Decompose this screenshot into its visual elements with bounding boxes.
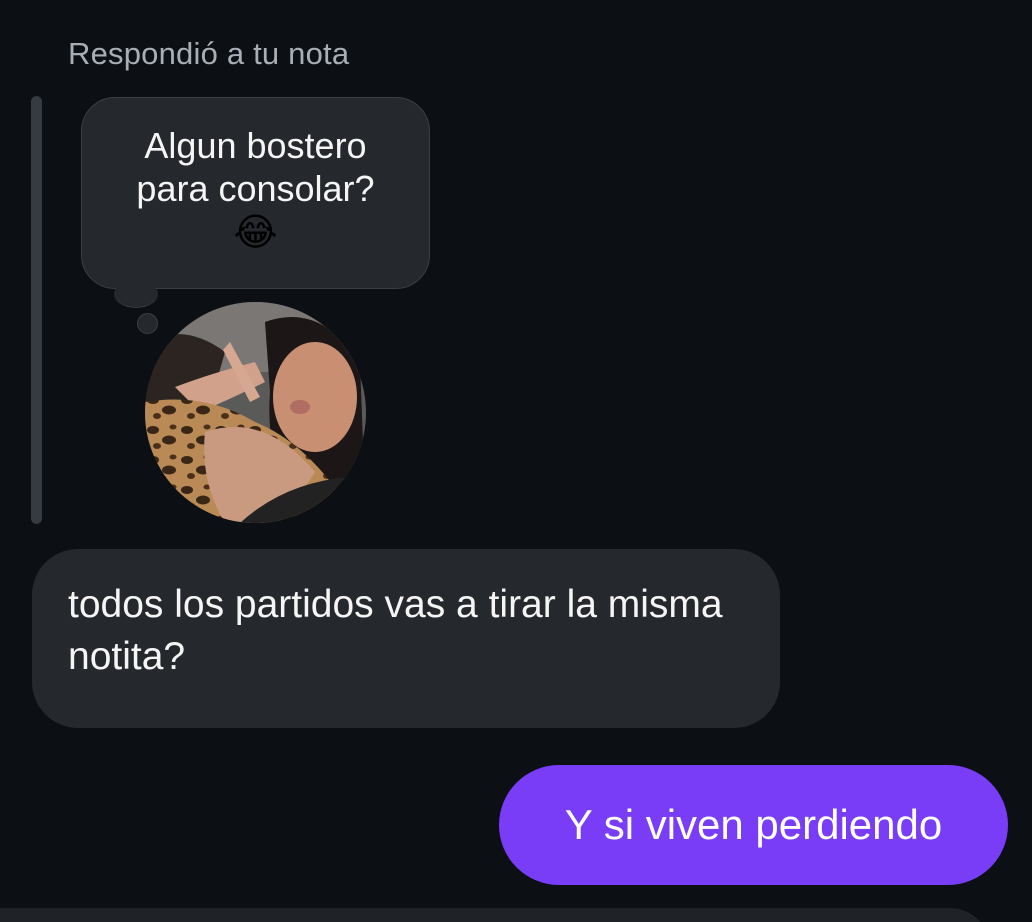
note-thought-tail-small — [137, 313, 158, 334]
note-author-avatar[interactable] — [145, 302, 366, 523]
outgoing-message-text: Y si viven perdiendo — [564, 801, 943, 848]
incoming-message-text: todos los partidos vas a tirar la misma … — [68, 583, 723, 678]
note-thought-tail-large — [114, 280, 158, 308]
reply-context-label: Respondió a tu nota — [68, 36, 350, 71]
chat-screen: Respondió a tu nota Algun bostero para c… — [0, 0, 1032, 922]
message-composer[interactable] — [0, 908, 990, 922]
note-text: Algun bostero para consolar? — [136, 125, 375, 209]
note-bubble[interactable]: Algun bostero para consolar? 😂 — [81, 97, 430, 289]
laughing-tears-emoji-icon: 😂 — [233, 212, 278, 254]
avatar-photo-icon — [145, 302, 366, 523]
quote-indicator-bar — [31, 96, 42, 524]
outgoing-message-bubble[interactable]: Y si viven perdiendo — [499, 765, 1008, 885]
incoming-message-bubble[interactable]: todos los partidos vas a tirar la misma … — [32, 549, 780, 728]
